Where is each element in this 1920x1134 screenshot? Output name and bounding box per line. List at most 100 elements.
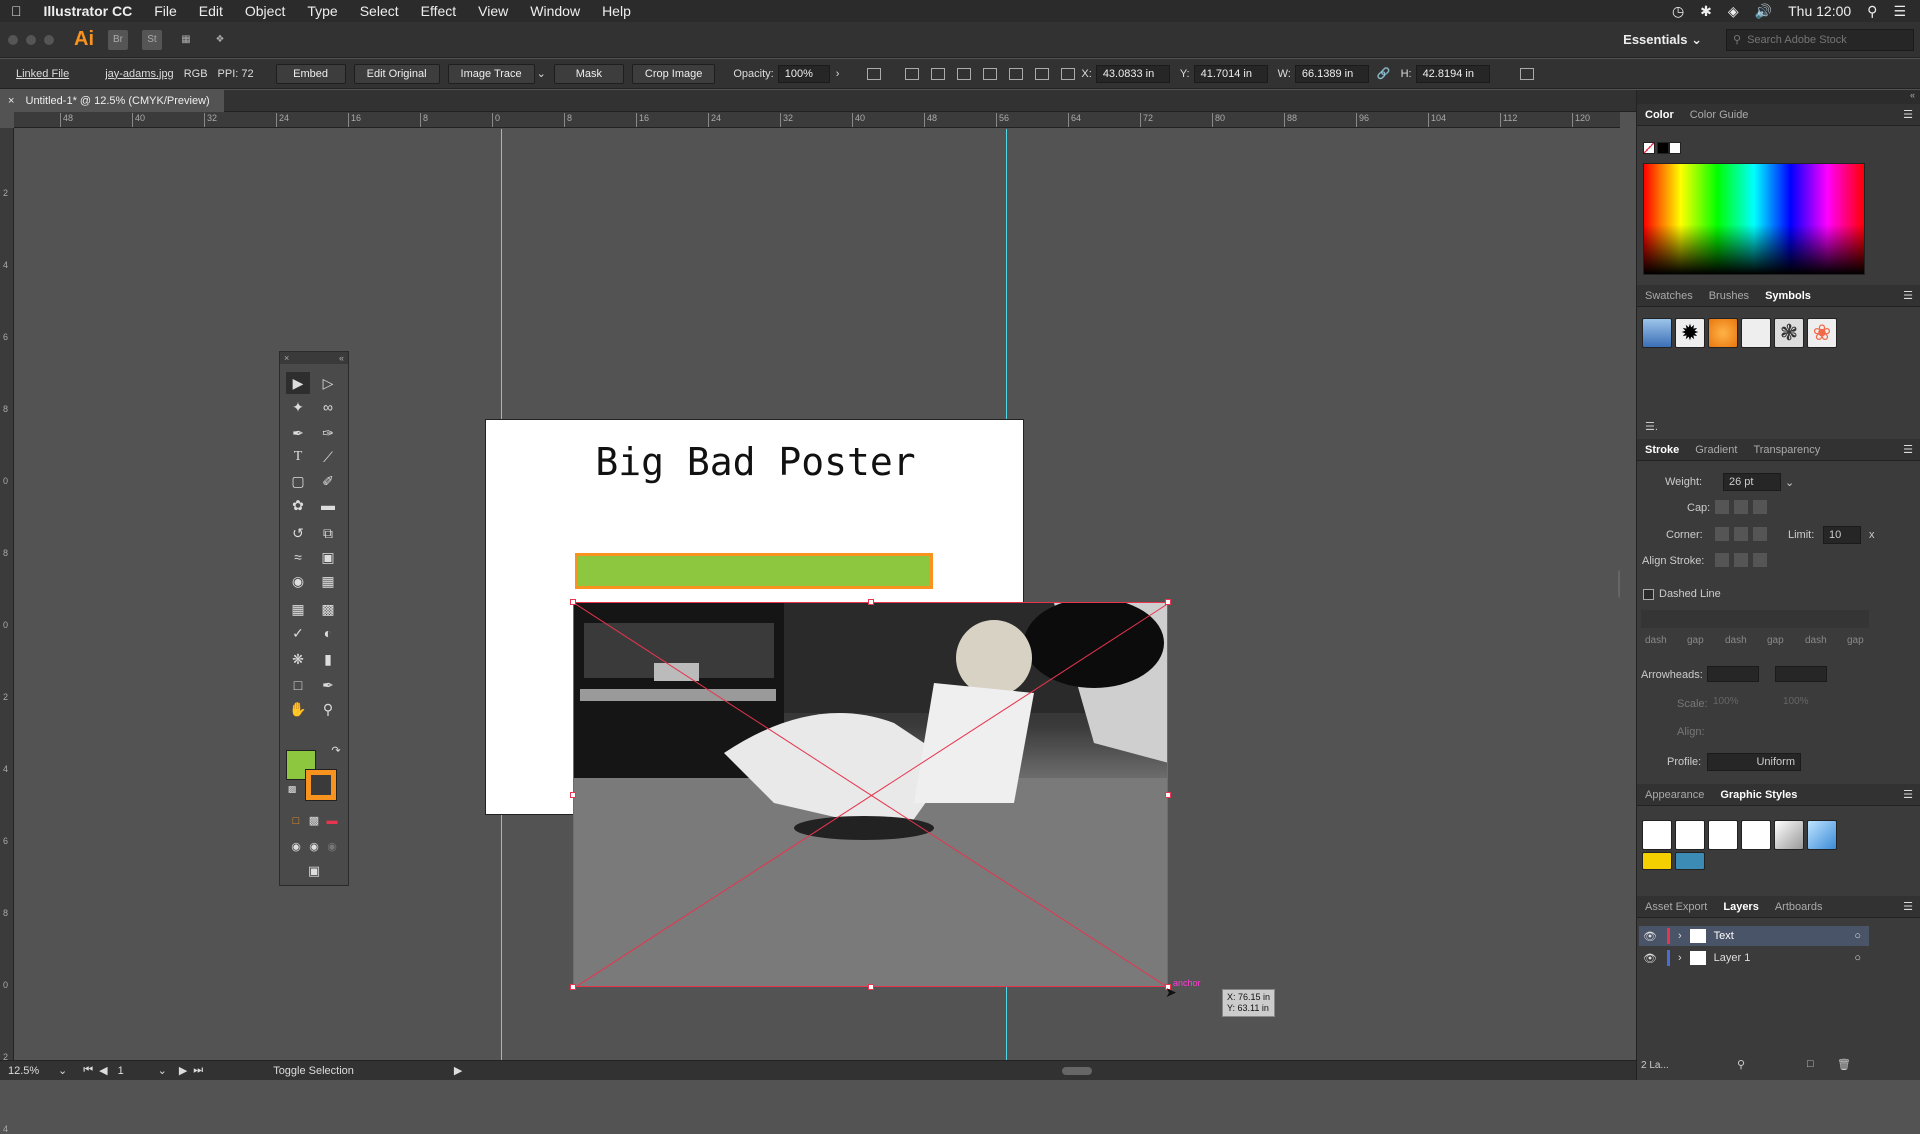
apple-icon[interactable]:  xyxy=(0,3,33,19)
tools-panel[interactable]: × « ▶ ▷ ✦ ∞ ✒ ✑ T ⟋ ▢ ✐ ✿ ▬ ↺ ⧉ ≈ ▣ ◉ ▦ ▦… xyxy=(279,351,349,886)
time-machine-icon[interactable]: ◷ xyxy=(1672,3,1684,20)
align-outside-stroke-icon[interactable] xyxy=(1753,553,1767,567)
menu-help[interactable]: Help xyxy=(591,3,642,19)
artboard-dropdown-icon[interactable]: ⌄ xyxy=(158,1064,167,1077)
clock[interactable]: Thu 12:00 xyxy=(1788,3,1851,19)
zoom-field[interactable]: 12.5% xyxy=(8,1065,52,1077)
width-tool-icon[interactable]: ≈ xyxy=(286,546,310,568)
mask-button[interactable]: Mask xyxy=(553,63,624,84)
graphic-style-2[interactable] xyxy=(1675,820,1705,850)
hand-tool-icon[interactable]: ✋ xyxy=(286,698,310,720)
window-zoom-dot[interactable] xyxy=(44,34,54,45)
dashed-line-checkbox[interactable] xyxy=(1643,589,1654,600)
delete-layer-icon[interactable]: 🗑 xyxy=(1837,1058,1851,1071)
graphic-style-6[interactable] xyxy=(1807,820,1837,850)
color-spectrum[interactable] xyxy=(1643,163,1865,275)
status-text[interactable]: Toggle Selection xyxy=(273,1065,354,1077)
layer-name[interactable]: Text xyxy=(1714,930,1734,942)
bridge-button[interactable]: Br xyxy=(108,29,128,50)
reference-point-icon[interactable] xyxy=(1061,67,1076,80)
menu-select[interactable]: Select xyxy=(349,3,410,19)
first-artboard-icon[interactable]: ⏮ xyxy=(83,1064,93,1077)
artboard-number[interactable]: 1 xyxy=(118,1065,158,1077)
symbol-sprayer-tool-icon[interactable]: ❋ xyxy=(286,648,310,670)
symbol-orange-button[interactable] xyxy=(1708,318,1738,348)
crop-image-button[interactable]: Crop Image xyxy=(631,63,716,84)
tab-swatches[interactable]: Swatches xyxy=(1637,290,1701,302)
type-tool-icon[interactable]: T xyxy=(286,446,310,468)
curvature-tool-icon[interactable]: ✑ xyxy=(316,422,340,444)
image-trace-button[interactable]: Image Trace xyxy=(447,63,535,84)
direct-selection-tool-icon[interactable]: ▷ xyxy=(316,372,340,394)
y-field[interactable]: 41.7014 in xyxy=(1193,64,1268,83)
handle-bottom-left[interactable] xyxy=(570,984,576,990)
expand-arrow-icon[interactable]: › xyxy=(1678,930,1682,942)
image-trace-dropdown-icon[interactable]: ⌄ xyxy=(537,67,546,80)
graph-tool-icon[interactable]: ▮ xyxy=(316,648,340,670)
symbol-flag[interactable] xyxy=(1741,318,1771,348)
graphic-styles-menu-icon[interactable]: ☰ xyxy=(1903,788,1913,801)
workspace-switcher[interactable]: Essentials ⌄ xyxy=(1623,32,1702,48)
graphic-style-5[interactable] xyxy=(1774,820,1804,850)
mesh-tool-icon[interactable]: ▦ xyxy=(286,598,310,620)
round-join-icon[interactable] xyxy=(1734,527,1748,541)
window-close-dot[interactable] xyxy=(8,34,18,45)
projecting-cap-icon[interactable] xyxy=(1753,500,1767,514)
layer-row-text[interactable]: 👁 › Text ○ xyxy=(1639,926,1869,946)
stock-search[interactable]: ⚲ xyxy=(1726,28,1914,51)
align-right-icon[interactable] xyxy=(957,67,972,80)
transform-reference-icon[interactable] xyxy=(867,67,882,80)
limit-field[interactable]: 10 xyxy=(1823,526,1861,544)
paintbrush-tool-icon[interactable]: ✐ xyxy=(316,470,340,492)
tab-stroke[interactable]: Stroke xyxy=(1637,444,1687,456)
tab-color[interactable]: Color xyxy=(1637,109,1682,121)
new-layer-icon[interactable]: □ xyxy=(1807,1058,1814,1070)
tab-appearance[interactable]: Appearance xyxy=(1637,789,1712,801)
target-circle-icon[interactable]: ○ xyxy=(1854,952,1861,964)
round-cap-icon[interactable] xyxy=(1734,500,1748,514)
tab-brushes[interactable]: Brushes xyxy=(1701,290,1757,302)
zoom-tool-icon[interactable]: ⚲ xyxy=(316,698,340,720)
graphic-style-7[interactable] xyxy=(1642,852,1672,870)
shape-builder-tool-icon[interactable]: ◉ xyxy=(286,570,310,592)
handle-top-right[interactable] xyxy=(1165,599,1171,605)
transform-panel-icon[interactable] xyxy=(1519,67,1534,80)
align-bottom-icon[interactable] xyxy=(1035,67,1050,80)
tab-symbols[interactable]: Symbols xyxy=(1757,290,1819,302)
swap-fill-stroke-icon[interactable]: ↷ xyxy=(324,740,348,762)
linked-file-link[interactable]: Linked File xyxy=(16,68,69,80)
rectangle-tool-icon[interactable]: ▢ xyxy=(286,470,310,492)
opacity-field[interactable]: 100% xyxy=(777,64,830,83)
handle-middle-left[interactable] xyxy=(570,792,576,798)
green-rectangle[interactable] xyxy=(575,553,933,589)
menu-edit[interactable]: Edit xyxy=(188,3,234,19)
opacity-label[interactable]: Opacity: xyxy=(733,68,773,80)
start-arrowhead-select[interactable] xyxy=(1707,666,1759,682)
tab-transparency[interactable]: Transparency xyxy=(1745,444,1828,456)
menu-object[interactable]: Object xyxy=(234,3,296,19)
tab-gradient[interactable]: Gradient xyxy=(1687,444,1745,456)
line-tool-icon[interactable]: ⟋ xyxy=(316,446,340,468)
scrollbar-vertical[interactable] xyxy=(1618,569,1620,599)
horizontal-ruler[interactable]: 48 40 32 24 16 8 0 8 16 24 32 40 48 56 64 72 80 88 96 104 11… xyxy=(14,112,1620,128)
fill-none-swatch[interactable] xyxy=(1643,142,1655,154)
align-center-stroke-icon[interactable] xyxy=(1715,553,1729,567)
handle-top-left[interactable] xyxy=(570,599,576,605)
filename-link[interactable]: jay-adams.jpg xyxy=(105,68,173,80)
visibility-eye-icon[interactable]: 👁 xyxy=(1639,930,1661,943)
align-left-icon[interactable] xyxy=(905,67,920,80)
dock-collapse-bar[interactable]: « xyxy=(1637,90,1920,104)
menu-effect[interactable]: Effect xyxy=(410,3,468,19)
scale-field-a[interactable]: 100% xyxy=(1713,696,1739,707)
slice-tool-icon[interactable]: ✒ xyxy=(316,674,340,696)
gradient-tool-icon[interactable]: ▩ xyxy=(316,598,340,620)
default-fill-stroke-icon[interactable]: ▩ xyxy=(280,778,304,800)
menu-type[interactable]: Type xyxy=(296,3,348,19)
tab-artboards[interactable]: Artboards xyxy=(1767,901,1831,913)
stroke-panel-menu-icon[interactable]: ☰ xyxy=(1903,443,1913,456)
magic-wand-tool-icon[interactable]: ✦ xyxy=(286,396,310,418)
tools-panel-header[interactable]: × « xyxy=(280,352,348,364)
symbols-panel-menu-icon[interactable]: ☰ xyxy=(1903,289,1913,302)
perspective-grid-tool-icon[interactable]: ▦ xyxy=(316,570,340,592)
poster-title[interactable]: Big Bad Poster xyxy=(486,440,1025,484)
